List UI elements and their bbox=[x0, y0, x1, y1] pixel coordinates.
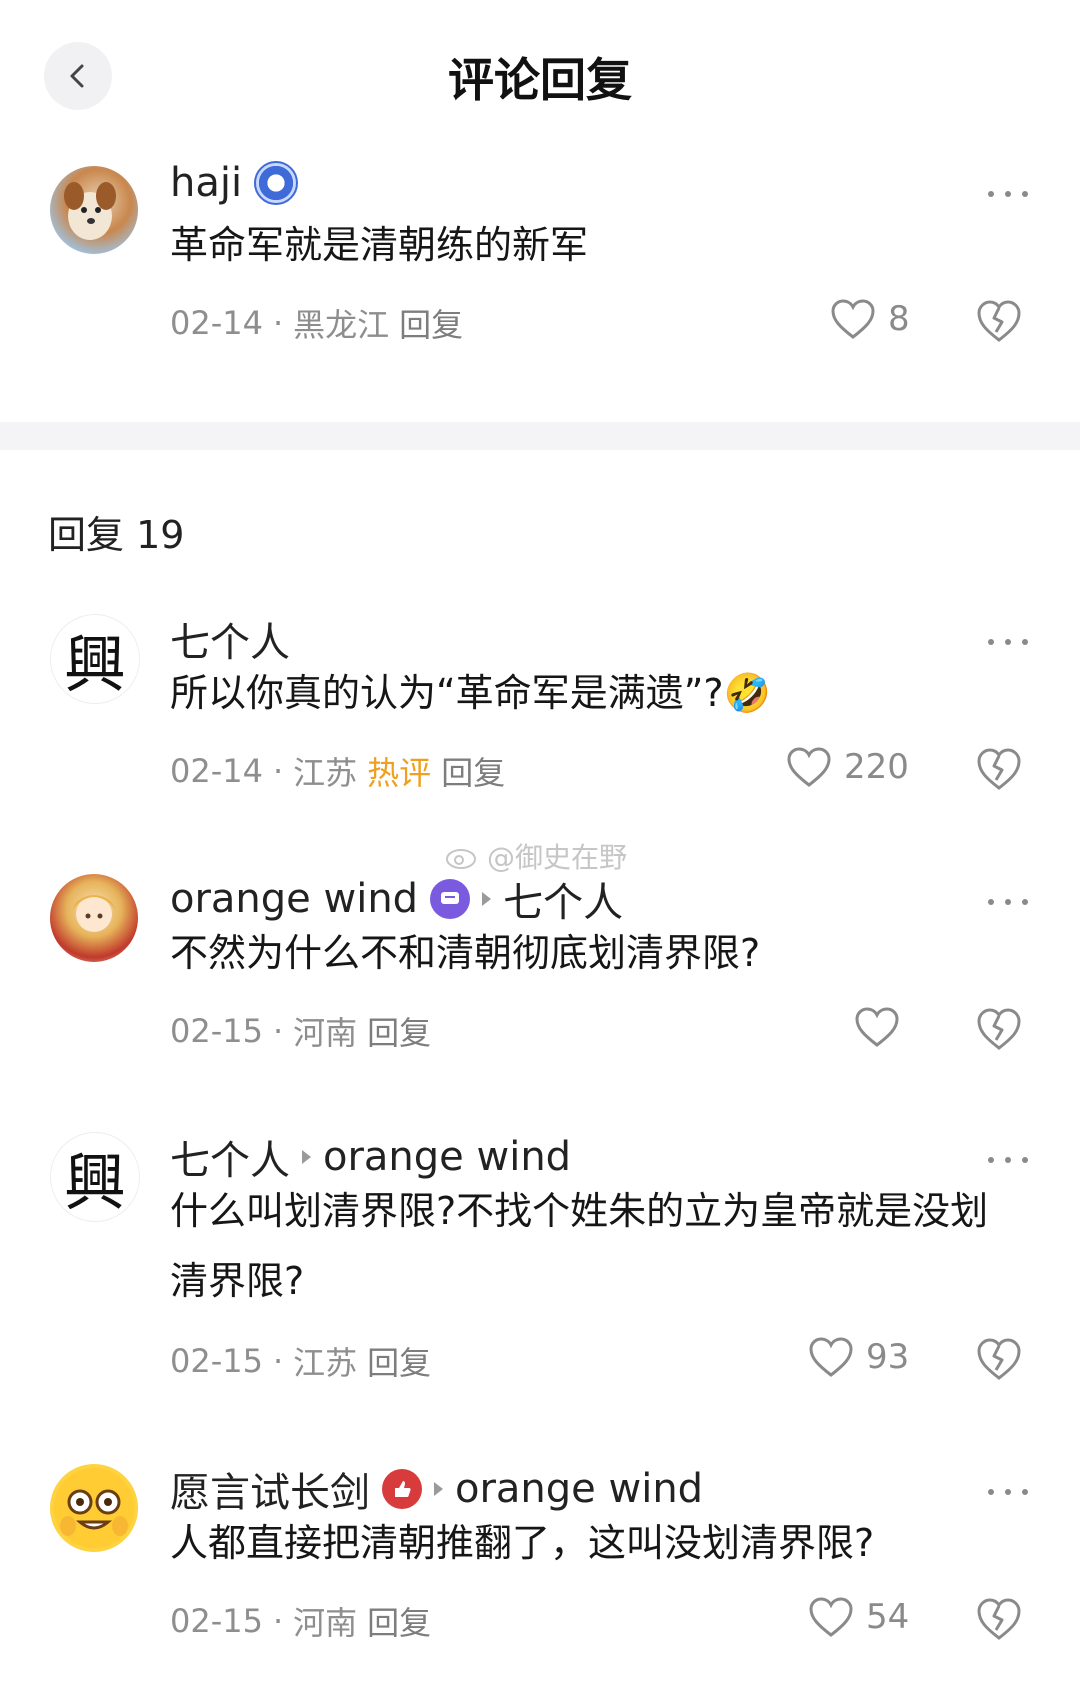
like-count: 220 bbox=[844, 747, 909, 787]
more-options-icon[interactable] bbox=[988, 184, 1028, 204]
main-comment: haji 革命军就是清朝练的新军 02-14 · 黑龙江 回复 8 bbox=[0, 160, 1080, 420]
avatar[interactable]: 興 bbox=[50, 1132, 140, 1222]
avatar[interactable]: 興 bbox=[50, 614, 140, 704]
dog-avatar-icon bbox=[64, 182, 116, 240]
comment-text: 革命军就是清朝练的新军 bbox=[170, 223, 589, 267]
comment-meta: 02-14 · 江苏 热评 回复 bbox=[170, 748, 505, 794]
heart-icon bbox=[809, 1337, 853, 1377]
top-bar: 评论回复 bbox=[0, 0, 1080, 150]
anime-girl-avatar-icon bbox=[72, 895, 116, 932]
like-button[interactable]: 54 bbox=[808, 1596, 909, 1638]
username[interactable]: orange wind bbox=[170, 876, 418, 922]
reply-item: orange wind 七个人 不然为什么不和清朝彻底划清界限? 02-15 ·… bbox=[0, 870, 1080, 1090]
chat-badge-icon bbox=[430, 879, 471, 919]
reply-button[interactable]: 回复 bbox=[441, 748, 505, 794]
comment-text: 什么叫划清界限?不找个姓朱的立为皇帝就是没划清界限? bbox=[170, 1189, 989, 1303]
reply-arrow-icon bbox=[434, 1482, 443, 1496]
broken-heart-icon[interactable] bbox=[976, 1006, 1022, 1052]
comment-location: 河南 bbox=[293, 1604, 358, 1642]
heart-icon bbox=[855, 1007, 899, 1047]
broken-heart-icon[interactable] bbox=[976, 1336, 1022, 1382]
reply-to-user[interactable]: orange wind bbox=[323, 1134, 571, 1180]
heart-icon bbox=[831, 299, 875, 339]
like-button[interactable]: 8 bbox=[830, 298, 910, 340]
calligraphy-avatar-icon: 興 bbox=[63, 628, 126, 701]
broken-heart-icon[interactable] bbox=[976, 298, 1022, 344]
comment-location: 江苏 bbox=[293, 1344, 358, 1382]
reply-item: 愿言试长剑 orange wind 人都直接把清朝推翻了，这叫没划清界限? 02… bbox=[0, 1460, 1080, 1690]
comment-location: 黑龙江 bbox=[293, 306, 390, 344]
comment-text: 所以你真的认为“革命军是满遗”?🤣 bbox=[170, 671, 771, 715]
comment-meta: 02-15 · 河南 回复 bbox=[170, 1598, 431, 1644]
comment-text: 人都直接把清朝推翻了，这叫没划清界限? bbox=[170, 1521, 875, 1565]
like-count: 93 bbox=[866, 1337, 910, 1377]
comment-date: 02-15 bbox=[170, 1342, 263, 1380]
reply-button[interactable]: 回复 bbox=[399, 300, 463, 346]
comment-text: 不然为什么不和清朝彻底划清界限? bbox=[170, 931, 761, 975]
thumbs-up-badge-icon bbox=[382, 1469, 422, 1509]
comment-meta: 02-15 · 江苏 回复 bbox=[170, 1338, 431, 1384]
hot-tag: 热评 bbox=[367, 754, 432, 792]
comment-date: 02-14 bbox=[170, 304, 263, 342]
comment-date: 02-15 bbox=[170, 1012, 263, 1050]
heart-icon bbox=[787, 747, 831, 787]
comment-meta: 02-15 · 河南 回复 bbox=[170, 1008, 431, 1054]
laughing-emoji-icon: 🤣 bbox=[723, 671, 771, 715]
broken-heart-icon[interactable] bbox=[976, 746, 1022, 792]
more-options-icon[interactable] bbox=[988, 632, 1028, 652]
avatar[interactable] bbox=[50, 874, 138, 962]
more-options-icon[interactable] bbox=[988, 1482, 1028, 1502]
page-title: 评论回复 bbox=[448, 53, 632, 107]
like-count: 54 bbox=[866, 1597, 910, 1637]
like-count: 8 bbox=[888, 299, 910, 339]
broken-heart-icon[interactable] bbox=[976, 1596, 1022, 1642]
reply-arrow-icon bbox=[482, 892, 492, 906]
reply-button[interactable]: 回复 bbox=[367, 1008, 431, 1054]
like-button[interactable] bbox=[854, 1006, 912, 1048]
more-options-icon[interactable] bbox=[988, 1150, 1028, 1170]
calligraphy-avatar-icon: 興 bbox=[63, 1146, 126, 1219]
weibo-logo-icon bbox=[446, 849, 476, 869]
comment-date: 02-15 bbox=[170, 1602, 263, 1640]
reply-button[interactable]: 回复 bbox=[367, 1338, 431, 1384]
reply-count-header: 回复 19 bbox=[48, 513, 185, 557]
comment-date: 02-14 bbox=[170, 752, 263, 790]
emoji-face-avatar-icon bbox=[54, 1468, 134, 1548]
section-divider bbox=[0, 422, 1080, 450]
like-button[interactable]: 93 bbox=[808, 1336, 909, 1378]
comment-location: 江苏 bbox=[293, 754, 358, 792]
reply-item: 興 七个人 orange wind 什么叫划清界限?不找个姓朱的立为皇帝就是没划… bbox=[0, 1128, 1080, 1428]
more-options-icon[interactable] bbox=[988, 892, 1028, 912]
heart-icon bbox=[809, 1597, 853, 1637]
username[interactable]: haji bbox=[170, 160, 242, 206]
comment-location: 河南 bbox=[293, 1014, 358, 1052]
avatar[interactable] bbox=[50, 1464, 138, 1552]
reply-button[interactable]: 回复 bbox=[367, 1598, 431, 1644]
like-button[interactable]: 220 bbox=[786, 746, 909, 788]
comment-meta: 02-14 · 黑龙江 回复 bbox=[170, 300, 463, 346]
member-badge-icon bbox=[254, 161, 299, 205]
avatar[interactable] bbox=[50, 166, 138, 254]
username-row: haji bbox=[170, 160, 299, 206]
reply-item: 興 七个人 所以你真的认为“革命军是满遗”?🤣 02-14 · 江苏 热评 回复… bbox=[0, 610, 1080, 810]
reply-to-user[interactable]: orange wind bbox=[455, 1466, 703, 1512]
reply-arrow-icon bbox=[302, 1150, 311, 1164]
